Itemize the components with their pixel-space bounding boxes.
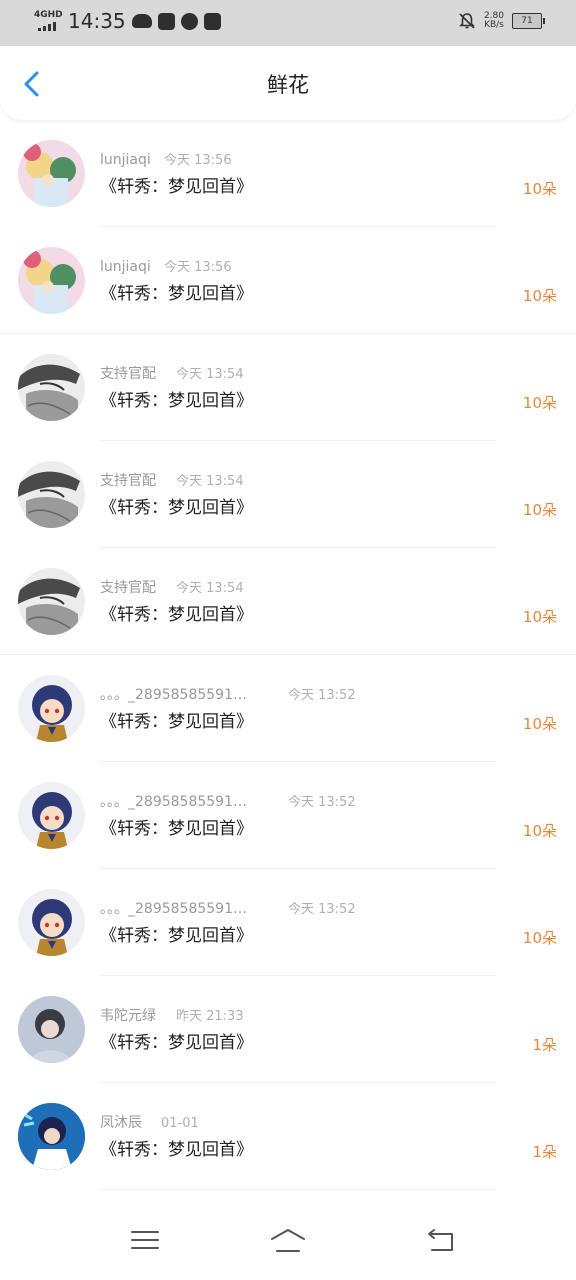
username[interactable]: 。。。_28958585591…: [100, 793, 247, 811]
gift-time: 今天 13:56: [164, 260, 232, 275]
page-header: 鲜花: [0, 46, 576, 120]
status-right: 2.80 KB/s 71: [458, 12, 545, 30]
gift-time: 01-01: [161, 1116, 199, 1131]
gift-row[interactable]: 凤沐辰 01-01 《轩秀：梦见回首》 1朵: [0, 1083, 576, 1190]
username[interactable]: 。。。_28958585591…: [100, 900, 247, 918]
work-title: 《轩秀：梦见回首》: [100, 1033, 253, 1053]
username[interactable]: 。。。_28958585591…: [100, 686, 247, 704]
username[interactable]: 凤沐辰: [100, 1114, 142, 1132]
home-icon[interactable]: [270, 1226, 306, 1254]
signal-icon: [38, 22, 56, 31]
page-title: 鲜花: [267, 73, 309, 97]
gift-time: 今天 13:52: [288, 688, 356, 703]
menu-icon[interactable]: [127, 1226, 163, 1254]
flower-count: 10朵: [522, 394, 557, 412]
gift-row[interactable]: 韦陀元绿 昨天 21:33 《轩秀：梦见回首》 1朵: [0, 976, 576, 1083]
work-title: 《轩秀：梦见回首》: [100, 605, 253, 625]
gift-row[interactable]: 。。。_28958585591… 今天 13:52 《轩秀：梦见回首》 10朵: [0, 655, 576, 762]
gift-row[interactable]: lunjiaqi 今天 13:56 《轩秀：梦见回首》 10朵: [0, 227, 576, 334]
work-title: 《轩秀：梦见回首》: [100, 1140, 253, 1160]
username[interactable]: 支持官配: [100, 579, 156, 597]
avatar[interactable]: [18, 996, 85, 1063]
username[interactable]: 支持官配: [100, 472, 156, 490]
gift-time: 今天 13:52: [288, 902, 356, 917]
gift-row[interactable]: 支持官配 今天 13:54 《轩秀：梦见回首》 10朵: [0, 548, 576, 655]
username[interactable]: 韦陀元绿: [100, 1007, 156, 1025]
avatar[interactable]: [18, 247, 85, 314]
work-title: 《轩秀：梦见回首》: [100, 498, 253, 518]
work-title: 《轩秀：梦见回首》: [100, 926, 253, 946]
gift-row[interactable]: lunjiaqi 今天 13:56 《轩秀：梦见回首》 10朵: [0, 120, 576, 227]
back-arrow-icon[interactable]: [422, 1226, 458, 1254]
avatar[interactable]: [18, 354, 85, 421]
avatar[interactable]: [18, 461, 85, 528]
flower-gift-list: lunjiaqi 今天 13:56 《轩秀：梦见回首》 10朵 lunjiaqi 今天 1…: [0, 120, 576, 1190]
network-indicator: 4GHD: [34, 10, 63, 32]
speed-unit: KB/s: [484, 20, 504, 30]
flower-count: 10朵: [522, 608, 557, 626]
flower-count: 10朵: [522, 501, 557, 519]
avatar[interactable]: [18, 889, 85, 956]
status-time: 14:35: [68, 9, 126, 33]
avatar[interactable]: [18, 675, 85, 742]
cloud-icon: [131, 14, 152, 28]
media-app-icon: [157, 12, 175, 30]
gift-time: 今天 13:52: [288, 795, 356, 810]
flower-count: 10朵: [522, 180, 557, 198]
work-title: 《轩秀：梦见回首》: [100, 391, 253, 411]
gift-time: 昨天 21:33: [176, 1009, 244, 1024]
gift-time: 今天 13:54: [176, 367, 244, 382]
battery-level: 71: [521, 16, 533, 26]
avatar[interactable]: [18, 1103, 85, 1170]
flower-count: 10朵: [522, 822, 557, 840]
work-title: 《轩秀：梦见回首》: [100, 284, 253, 304]
work-title: 《轩秀：梦见回首》: [100, 819, 253, 839]
flower-count: 10朵: [522, 287, 557, 305]
username[interactable]: lunjiaqi: [100, 258, 151, 276]
flower-count: 10朵: [522, 715, 557, 733]
network-speed: 2.80 KB/s: [484, 12, 504, 30]
divider: [100, 1189, 496, 1190]
network-label: 4GHD: [34, 10, 63, 20]
system-nav-bar: [0, 1196, 576, 1280]
status-left: 4GHD 14:35: [34, 10, 221, 32]
avatar[interactable]: [18, 782, 85, 849]
status-bar: 4GHD 14:35 2.80 KB/s 71: [0, 0, 576, 46]
bell-muted-icon: [459, 13, 475, 29]
work-title: 《轩秀：梦见回首》: [100, 712, 253, 732]
flower-count: 1朵: [532, 1143, 557, 1161]
flower-count: 10朵: [522, 929, 557, 947]
flower-count: 1朵: [532, 1036, 557, 1054]
gift-row[interactable]: 支持官配 今天 13:54 《轩秀：梦见回首》 10朵: [0, 441, 576, 548]
gift-row[interactable]: 。。。_28958585591… 今天 13:52 《轩秀：梦见回首》 10朵: [0, 762, 576, 869]
compass-app-icon: [180, 12, 198, 30]
avatar[interactable]: [18, 568, 85, 635]
gift-row[interactable]: 。。。_28958585591… 今天 13:52 《轩秀：梦见回首》 10朵: [0, 869, 576, 976]
battery-icon: 71: [512, 13, 545, 29]
gift-time: 今天 13:54: [176, 474, 244, 489]
gift-time: 今天 13:56: [164, 153, 232, 168]
gift-row[interactable]: 支持官配 今天 13:54 《轩秀：梦见回首》 10朵: [0, 334, 576, 441]
flash-app-icon: [203, 12, 221, 30]
work-title: 《轩秀：梦见回首》: [100, 177, 253, 197]
gift-time: 今天 13:54: [176, 581, 244, 596]
avatar[interactable]: [18, 140, 85, 207]
username[interactable]: lunjiaqi: [100, 151, 151, 169]
username[interactable]: 支持官配: [100, 365, 156, 383]
